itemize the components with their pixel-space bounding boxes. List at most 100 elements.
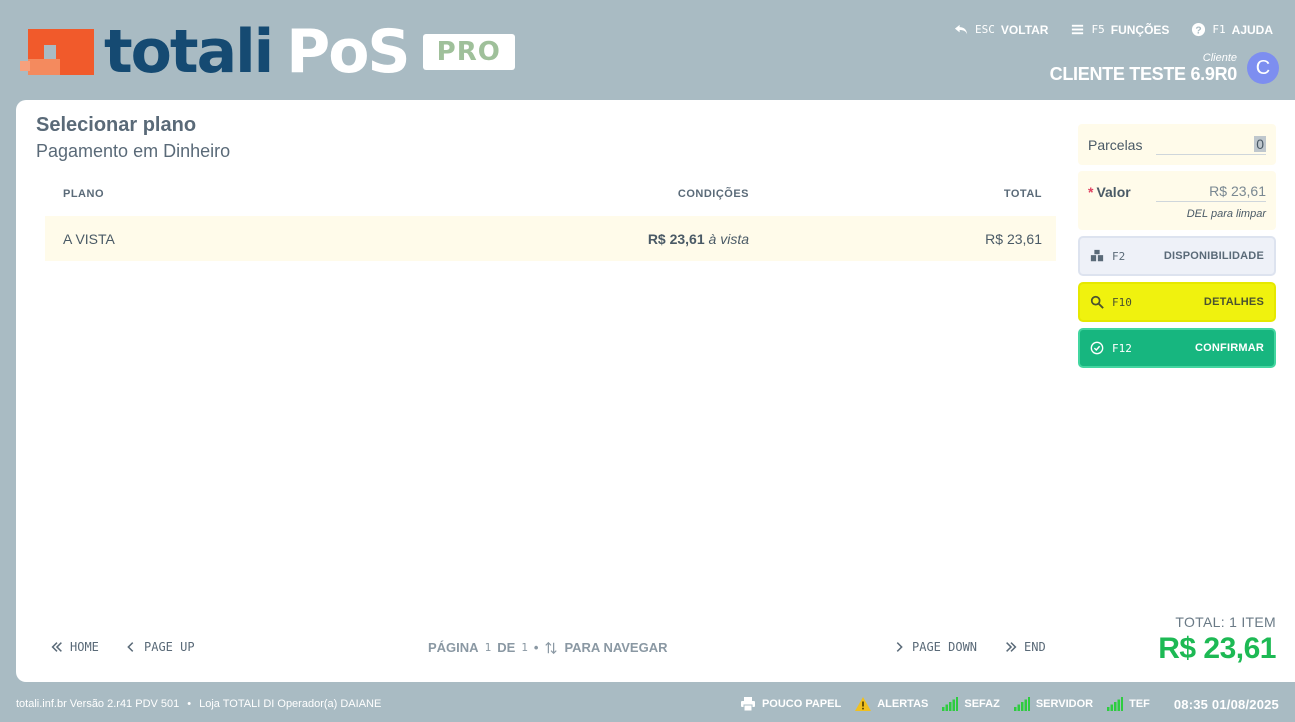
chevron-right-icon xyxy=(896,642,903,652)
nav-funcoes-label: FUNÇÕES xyxy=(1110,22,1170,37)
confirmar-label: CONFIRMAR xyxy=(1194,342,1264,354)
signal-icon xyxy=(1013,697,1030,711)
brand-word-2: PoS xyxy=(286,17,410,87)
confirmar-button[interactable]: F12 CONFIRMAR xyxy=(1078,328,1276,368)
detalhes-button[interactable]: F10 DETALHES xyxy=(1078,282,1276,322)
status-servidor[interactable]: SERVIDOR xyxy=(1013,697,1094,711)
status-tef-label: TEF xyxy=(1129,698,1150,710)
heading: Selecionar plano Pagamento em Dinheiro xyxy=(36,114,230,162)
valor-input[interactable]: R$ 23,61 xyxy=(1156,181,1266,202)
client-info[interactable]: Cliente CLIENTE TESTE 6.9R0 C xyxy=(1050,52,1279,84)
valor-hint: DEL para limpar xyxy=(1186,208,1266,220)
grand-total: TOTAL: 1 ITEM R$ 23,61 xyxy=(1158,614,1276,666)
logo-mark-icon xyxy=(20,29,94,75)
footer-separator: • xyxy=(187,698,192,710)
navigate-hint: PARA NAVEGAR xyxy=(564,640,668,655)
warning-icon xyxy=(855,697,872,711)
top-navigation: ESC VOLTAR F5 FUNÇÕES ? F1 AJUDA xyxy=(954,22,1273,37)
svg-text:?: ? xyxy=(1196,25,1202,36)
row-plano: A VISTA xyxy=(63,230,115,247)
page-current: 1 xyxy=(484,641,492,654)
grand-total-value: R$ 23,61 xyxy=(1158,632,1276,665)
footer-store: Loja TOTALI DI Operador(a) DAIANE xyxy=(199,698,382,710)
parcelas-label: Parcelas xyxy=(1088,136,1143,153)
page-up-button[interactable]: PAGE UP xyxy=(124,640,195,654)
page-total: 1 xyxy=(521,641,528,654)
grand-total-caption: TOTAL: 1 ITEM xyxy=(1175,614,1276,630)
end-button[interactable]: END xyxy=(1004,640,1046,654)
row-total: R$ 23,61 xyxy=(985,230,1042,247)
status-bar: totali.inf.br Versão 2.r41 PDV 501 • Loj… xyxy=(16,694,1279,714)
nav-funcoes[interactable]: F5 FUNÇÕES xyxy=(1070,22,1169,37)
disponibilidade-button[interactable]: F2 DISPONIBILIDADE xyxy=(1078,236,1276,276)
undo-icon xyxy=(954,24,968,35)
clock: 08:35 01/08/2025 xyxy=(1174,697,1279,712)
required-marker: * xyxy=(1088,183,1094,200)
nav-funcoes-key: F5 xyxy=(1091,23,1105,36)
pager-separator: • xyxy=(533,640,539,655)
plans-table: PLANO CONDIÇÕES TOTAL A VISTA R$ 23,61 à… xyxy=(45,182,1056,261)
clock-date: 01/08/2025 xyxy=(1211,696,1279,712)
disponibilidade-key: F2 xyxy=(1112,249,1126,263)
page-down-label: PAGE DOWN xyxy=(912,640,978,654)
detalhes-key: F10 xyxy=(1112,295,1132,309)
parcelas-field: Parcelas 0 xyxy=(1078,124,1276,165)
status-sefaz[interactable]: SEFAZ xyxy=(942,697,1000,711)
status-servidor-label: SERVIDOR xyxy=(1035,698,1094,710)
detalhes-label: DETALHES xyxy=(1203,296,1264,308)
valor-label-text: Valor xyxy=(1096,183,1131,200)
nav-voltar-label: VOLTAR xyxy=(1000,22,1049,37)
footer-version: totali.inf.br Versão 2.r41 PDV 501 xyxy=(16,698,180,710)
header-plano: PLANO xyxy=(63,188,104,200)
valor-label: * Valor xyxy=(1088,184,1131,200)
header-total: TOTAL xyxy=(1003,188,1042,200)
chevron-left-icon xyxy=(127,642,134,652)
main-panel: Selecionar plano Pagamento em Dinheiro P… xyxy=(16,100,1295,682)
parcelas-input[interactable]: 0 xyxy=(1156,134,1266,155)
client-name: CLIENTE TESTE 6.9R0 xyxy=(1049,64,1238,84)
nav-ajuda-label: AJUDA xyxy=(1231,22,1273,37)
home-label: HOME xyxy=(70,640,99,654)
status-tef[interactable]: TEF xyxy=(1107,697,1150,711)
row-cond-suffix: à vista xyxy=(708,230,749,247)
logo-wordmark: totali PoS xyxy=(104,22,411,82)
page-title: Selecionar plano xyxy=(36,114,197,136)
check-circle-icon xyxy=(1090,341,1104,355)
nav-voltar[interactable]: ESC VOLTAR xyxy=(954,22,1048,37)
nav-ajuda-key: F1 xyxy=(1212,23,1226,36)
table-header: PLANO CONDIÇÕES TOTAL xyxy=(45,182,1056,206)
double-chevron-right-icon xyxy=(1006,642,1017,652)
signal-icon xyxy=(1107,697,1124,711)
end-label: END xyxy=(1024,640,1046,654)
page-word: PÁGINA xyxy=(428,640,479,655)
signal-icon xyxy=(942,697,959,711)
page-subtitle: Pagamento em Dinheiro xyxy=(36,141,231,161)
nav-ajuda[interactable]: ? F1 AJUDA xyxy=(1191,22,1273,37)
printer-icon xyxy=(740,697,755,711)
valor-field: * Valor R$ 23,61 DEL para limpar xyxy=(1078,171,1276,230)
help-icon: ? xyxy=(1192,22,1206,36)
status-papel[interactable]: POUCO PAPEL xyxy=(740,697,841,711)
disponibilidade-label: DISPONIBILIDADE xyxy=(1163,250,1264,262)
row-cond-value: R$ 23,61 xyxy=(647,230,705,247)
table-row[interactable]: A VISTA R$ 23,61 à vista R$ 23,61 xyxy=(45,216,1056,261)
confirmar-key: F12 xyxy=(1112,341,1132,355)
status-alertas[interactable]: ALERTAS xyxy=(855,697,928,711)
nav-voltar-key: ESC xyxy=(975,23,995,36)
header-condicoes: CONDIÇÕES xyxy=(677,188,749,200)
home-button[interactable]: HOME xyxy=(50,640,99,654)
brand-word-1: totali xyxy=(104,17,274,87)
boxes-icon xyxy=(1090,249,1104,262)
status-papel-label: POUCO PAPEL xyxy=(761,698,842,710)
search-icon xyxy=(1090,295,1104,309)
page-indicator: PÁGINA 1 DE 1 • PARA NAVEGAR xyxy=(428,640,667,655)
page-down-button[interactable]: PAGE DOWN xyxy=(892,640,977,654)
logo: totali PoS PRO xyxy=(20,22,515,82)
status-sefaz-label: SEFAZ xyxy=(964,698,1000,710)
pager: HOME PAGE UP PÁGINA 1 DE 1 • PARA NAVEGA… xyxy=(50,640,1050,656)
status-alertas-label: ALERTAS xyxy=(877,698,929,710)
of-word: DE xyxy=(497,640,516,655)
sort-arrows-icon xyxy=(545,641,558,654)
side-panel: Parcelas 0 * Valor R$ 23,61 DEL para limp… xyxy=(1078,124,1276,374)
avatar[interactable]: C xyxy=(1247,52,1279,84)
